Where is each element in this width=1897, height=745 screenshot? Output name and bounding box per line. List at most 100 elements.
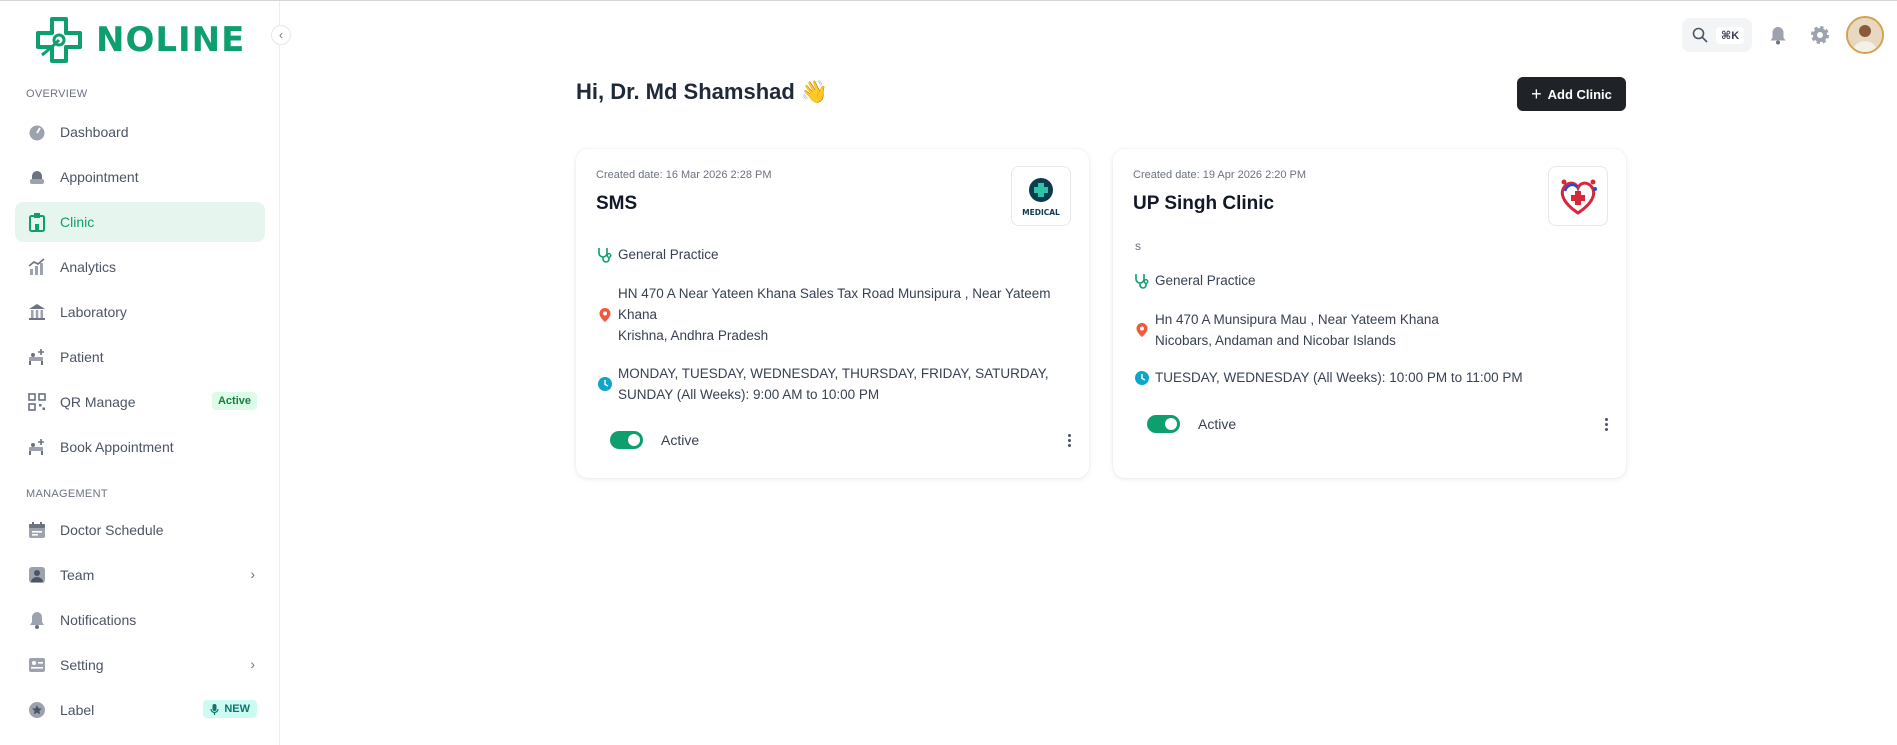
sidebar-item-label: Appointment [60, 169, 139, 185]
sidebar-item-label: Notifications [60, 612, 137, 628]
sidebar-item-label: Setting [60, 657, 104, 673]
section-management: MANAGEMENT [26, 488, 108, 500]
sidebar-item-label: Laboratory [60, 304, 127, 320]
more-options-button[interactable] [1061, 430, 1077, 450]
sidebar-item-book-appointment[interactable]: Book Appointment [15, 427, 265, 467]
medical-logo-icon: MEDICAL [1022, 178, 1060, 217]
heart-medical-logo-icon [1560, 179, 1597, 215]
sidebar-item-analytics[interactable]: Analytics [15, 247, 265, 287]
status-label: Active [1198, 416, 1237, 432]
chevron-right-icon: › [250, 566, 255, 582]
clinic-name: SMS [596, 193, 638, 214]
clinic-card[interactable]: Created date: 16 Mar 2026 2:28 PM SMS ME… [576, 149, 1089, 478]
settings-button[interactable] [1810, 25, 1830, 45]
analytics-icon [27, 257, 47, 277]
status-toggle[interactable] [610, 431, 643, 449]
more-options-button[interactable] [1598, 414, 1614, 434]
notifications-button[interactable] [1768, 25, 1788, 45]
address-row: Hn 470 A Munsipura Mau , Near Yateem Kha… [1133, 309, 1596, 351]
address-row: HN 470 A Near Yateen Khana Sales Tax Roa… [596, 283, 1059, 346]
location-pin-icon [596, 306, 614, 324]
sidebar-item-clinic[interactable]: Clinic [15, 202, 265, 242]
clock-icon [596, 375, 614, 393]
user-avatar[interactable] [1846, 16, 1884, 54]
stethoscope-icon [596, 246, 614, 264]
chevron-right-icon: › [250, 656, 255, 672]
plus-icon: + [1531, 83, 1542, 104]
team-icon [27, 565, 47, 585]
specialty-text: General Practice [618, 247, 719, 262]
sidebar-item-laboratory[interactable]: Laboratory [15, 292, 265, 332]
sidebar-item-label: Dashboard [60, 124, 129, 140]
brand-name: NOLINE [96, 20, 246, 60]
sidebar-item-label: Book Appointment [60, 439, 174, 455]
created-date: Created date: 16 Mar 2026 2:28 PM [596, 169, 772, 181]
search-icon [1692, 27, 1708, 43]
specialty-row: General Practice [1133, 270, 1596, 291]
sidebar-item-patient[interactable]: Patient [15, 337, 265, 377]
sidebar-item-label: Doctor Schedule [60, 522, 164, 538]
user-photo-icon [1848, 18, 1882, 52]
appointment-icon [27, 167, 47, 187]
search-button[interactable]: ⌘K [1682, 18, 1752, 52]
sidebar: NOLINE OVERVIEW Dashboard Appointment Cl… [0, 1, 280, 745]
specialty-text: General Practice [1155, 273, 1256, 288]
address-line-2: Nicobars, Andaman and Nicobar Islands [1155, 333, 1396, 348]
add-clinic-button[interactable]: + Add Clinic [1517, 77, 1626, 111]
dashboard-icon [27, 122, 47, 142]
gear-icon [1811, 26, 1829, 44]
search-shortcut: ⌘K [1716, 26, 1745, 44]
address-line-1: HN 470 A Near Yateen Khana Sales Tax Roa… [618, 286, 1051, 322]
microphone-icon [210, 703, 219, 715]
address-text: Hn 470 A Munsipura Mau , Near Yateem Kha… [1155, 309, 1439, 351]
add-clinic-label: Add Clinic [1547, 86, 1612, 102]
sidebar-item-appointment[interactable]: Appointment [15, 157, 265, 197]
clinic-name: UP Singh Clinic [1133, 193, 1275, 214]
schedule-text: MONDAY, TUESDAY, WEDNESDAY, THURSDAY, FR… [618, 366, 1049, 402]
label-icon [27, 700, 47, 720]
clinic-logo [1548, 166, 1608, 226]
new-badge-label: NEW [224, 703, 250, 715]
sidebar-item-label: QR Manage [60, 394, 136, 410]
location-pin-icon [1133, 321, 1151, 339]
clinic-card[interactable]: Created date: 19 Apr 2026 2:20 PM UP Sin… [1113, 149, 1626, 478]
patient-icon [27, 347, 47, 367]
status-label: Active [661, 432, 700, 448]
address-line-1: Hn 470 A Munsipura Mau , Near Yateem Kha… [1155, 312, 1439, 327]
logo-text: MEDICAL [1022, 208, 1060, 217]
clinic-icon [27, 212, 47, 232]
section-overview: OVERVIEW [26, 88, 88, 100]
status-toggle[interactable] [1147, 415, 1180, 433]
collapse-sidebar-button[interactable]: ‹ [271, 25, 291, 45]
schedule-row: MONDAY, TUESDAY, WEDNESDAY, THURSDAY, FR… [596, 363, 1059, 405]
sidebar-item-team[interactable]: Team › [15, 555, 265, 595]
kebab-dot [1067, 438, 1071, 442]
bell-icon [1770, 27, 1786, 45]
brand-logo[interactable]: NOLINE [32, 15, 245, 65]
calendar-icon [27, 520, 47, 540]
clock-icon [1133, 369, 1151, 387]
sidebar-item-doctor-schedule[interactable]: Doctor Schedule [15, 510, 265, 550]
sidebar-item-label: Label [60, 702, 95, 718]
sidebar-item-label: Team [60, 567, 95, 583]
clinic-description: s [1135, 239, 1141, 253]
schedule-text: TUESDAY, WEDNESDAY (All Weeks): 10:00 PM… [1155, 370, 1523, 385]
stethoscope-icon [1133, 272, 1151, 290]
sidebar-item-label: Clinic [60, 214, 95, 230]
page-greeting: Hi, Dr. Md Shamshad 👋 [576, 79, 829, 104]
sidebar-item-setting[interactable]: Setting › [15, 645, 265, 685]
sidebar-item-label-nav[interactable]: Label NEW [15, 690, 265, 730]
sidebar-item-dashboard[interactable]: Dashboard [15, 112, 265, 152]
address-line-2: Krishna, Andhra Pradesh [618, 328, 769, 343]
specialty-row: General Practice [596, 244, 1059, 265]
sidebar-item-notifications[interactable]: Notifications [15, 600, 265, 640]
sidebar-item-qr-manage[interactable]: QR Manage Active [15, 382, 265, 422]
new-badge: NEW [203, 700, 257, 718]
kebab-dot [1604, 417, 1608, 421]
kebab-dot [1604, 427, 1608, 431]
kebab-dot [1067, 433, 1071, 437]
sidebar-item-label: Analytics [60, 259, 117, 275]
bell-icon [27, 610, 47, 630]
schedule-row: TUESDAY, WEDNESDAY (All Weeks): 10:00 PM… [1133, 367, 1596, 388]
kebab-dot [1067, 443, 1071, 447]
